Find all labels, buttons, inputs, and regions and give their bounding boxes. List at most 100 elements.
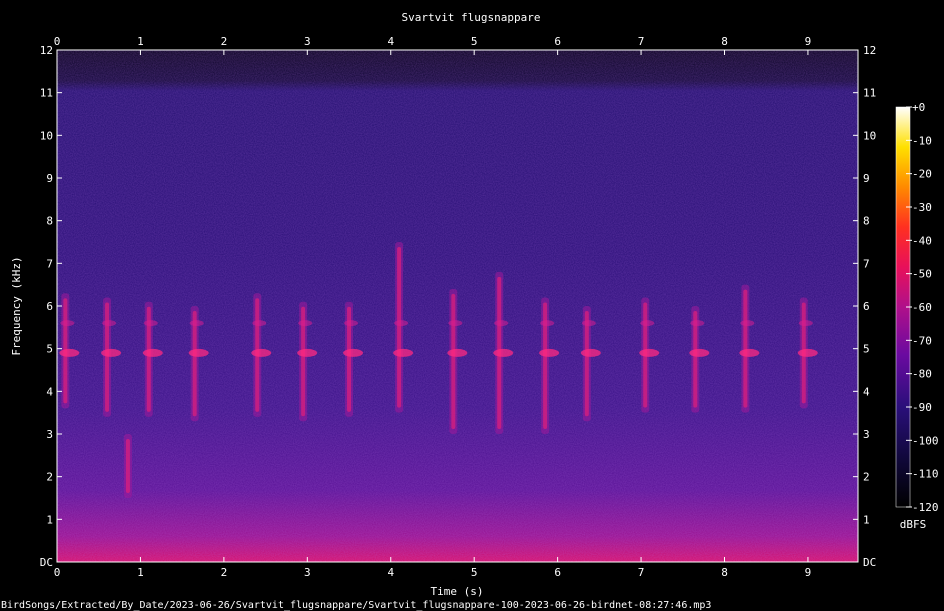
call-harmonic-upper xyxy=(298,320,313,327)
colorbar-tick-label: -80 xyxy=(912,368,932,381)
x-tick-label-bottom: 5 xyxy=(471,566,478,579)
y-tick-label-right: 6 xyxy=(863,300,870,313)
call-core xyxy=(743,289,748,408)
call-harmonic-upper xyxy=(494,320,509,327)
call-harmonic-upper xyxy=(581,320,596,327)
y-axis-label: Frequency (kHz) xyxy=(10,256,23,355)
colorbar-tick-label: -70 xyxy=(912,334,932,347)
call-core xyxy=(451,293,456,429)
x-tick-label-top: 6 xyxy=(554,35,561,48)
x-tick-label-bottom: 3 xyxy=(304,566,311,579)
colorbar-tick-label: -50 xyxy=(912,268,932,281)
call-harmonic-upper xyxy=(798,320,813,327)
call-harmonic-upper xyxy=(690,320,705,327)
spectrogram-noise xyxy=(57,50,858,562)
call-harmonic xyxy=(101,348,122,357)
x-tick-label-top: 7 xyxy=(638,35,645,48)
call-harmonic-upper xyxy=(640,320,655,327)
call-harmonic-upper xyxy=(143,320,158,327)
call-harmonic xyxy=(580,348,601,357)
colorbar-tick-label: -10 xyxy=(912,134,932,147)
y-tick-label-left: 10 xyxy=(40,129,53,142)
y-tick-label-right: 11 xyxy=(863,87,876,100)
spectrogram-chart: Svartvit flugsnappare 001122334455667788… xyxy=(1,11,939,611)
x-tick-label-top: 1 xyxy=(137,35,144,48)
call-core xyxy=(105,302,110,412)
colorbar-tick-label: -60 xyxy=(912,301,932,314)
plot-area xyxy=(57,50,858,562)
x-tick-label-bottom: 9 xyxy=(805,566,812,579)
call-core xyxy=(192,311,197,417)
call-harmonic xyxy=(493,348,514,357)
x-tick-label-top: 8 xyxy=(721,35,728,48)
call-harmonic-upper xyxy=(252,320,267,327)
y-tick-label-right: 7 xyxy=(863,257,870,270)
colorbar-tick-label: +0 xyxy=(912,101,925,114)
y-tick-label-left: DC xyxy=(40,556,53,569)
y-tick-label-left: 12 xyxy=(40,44,53,57)
call-harmonic xyxy=(251,348,272,357)
call-harmonic xyxy=(343,348,364,357)
y-tick-label-left: 8 xyxy=(46,215,53,228)
call-harmonic-upper xyxy=(189,320,204,327)
call-harmonic-upper xyxy=(540,320,555,327)
x-tick-label-top: 3 xyxy=(304,35,311,48)
colorbar-ticks: +0 -10 -20 -30 -40 -50 -60 -70 -80 -90 -100 -110 -12… xyxy=(906,101,939,514)
y-tick-label-right: 12 xyxy=(863,44,876,57)
chart-title: Svartvit flugsnappare xyxy=(401,11,540,24)
x-tick-label-bottom: 8 xyxy=(721,566,728,579)
colorbar-tick-label: -20 xyxy=(912,168,932,181)
y-tick-label-right: 1 xyxy=(863,513,870,526)
x-tick-label-bottom: 0 xyxy=(54,566,61,579)
call-mark xyxy=(123,434,132,498)
call-harmonic xyxy=(393,348,414,357)
colorbar-tick-label: -90 xyxy=(912,401,932,414)
y-tick-label-left: 4 xyxy=(46,385,53,398)
call-core xyxy=(125,439,130,493)
call-harmonic-upper xyxy=(394,320,409,327)
call-harmonic xyxy=(539,348,560,357)
call-harmonic xyxy=(797,348,818,357)
x-tick-label-top: 4 xyxy=(387,35,394,48)
call-core xyxy=(584,311,589,417)
x-tick-label-top: 2 xyxy=(221,35,228,48)
y-tick-label-right: 2 xyxy=(863,471,870,484)
y-tick-label-right: 4 xyxy=(863,385,870,398)
call-harmonic-upper xyxy=(102,320,117,327)
y-tick-label-left: 2 xyxy=(46,471,53,484)
x-tick-label-bottom: 4 xyxy=(387,566,394,579)
y-tick-label-left: 1 xyxy=(46,513,53,526)
colorbar-unit: dBFS xyxy=(900,518,927,531)
call-harmonic xyxy=(639,348,660,357)
x-tick-label-bottom: 7 xyxy=(638,566,645,579)
call-core xyxy=(397,247,402,408)
x-tick-label-bottom: 2 xyxy=(221,566,228,579)
y-tick-label-left: 5 xyxy=(46,343,53,356)
call-harmonic-upper xyxy=(344,320,359,327)
x-tick-label-bottom: 6 xyxy=(554,566,561,579)
y-tick-label-left: 6 xyxy=(46,300,53,313)
file-path: BirdSongs/Extracted/By_Date/2023-06-26/S… xyxy=(1,600,711,611)
call-harmonic xyxy=(739,348,760,357)
call-harmonic xyxy=(447,348,468,357)
y-tick-label-right: 5 xyxy=(863,343,870,356)
call-harmonic xyxy=(297,348,318,357)
colorbar-tick-label: -120 xyxy=(912,501,939,514)
y-tick-label-left: 9 xyxy=(46,172,53,185)
y-tick-label-right: 8 xyxy=(863,215,870,228)
y-tick-label-right: DC xyxy=(863,556,876,569)
x-tick-label-top: 9 xyxy=(805,35,812,48)
call-harmonic-upper xyxy=(60,320,75,327)
x-tick-label-top: 0 xyxy=(54,35,61,48)
x-tick-label-bottom: 1 xyxy=(137,566,144,579)
y-tick-label-right: 3 xyxy=(863,428,870,441)
call-harmonic-upper xyxy=(448,320,463,327)
colorbar-tick-label: -110 xyxy=(912,468,939,481)
y-tick-label-left: 3 xyxy=(46,428,53,441)
colorbar-tick-label: -100 xyxy=(912,434,939,447)
call-harmonic xyxy=(188,348,209,357)
colorbar-tick-label: -40 xyxy=(912,234,932,247)
y-tick-label-right: 10 xyxy=(863,129,876,142)
y-tick-label-right: 9 xyxy=(863,172,870,185)
x-axis-label: Time (s) xyxy=(431,585,484,598)
